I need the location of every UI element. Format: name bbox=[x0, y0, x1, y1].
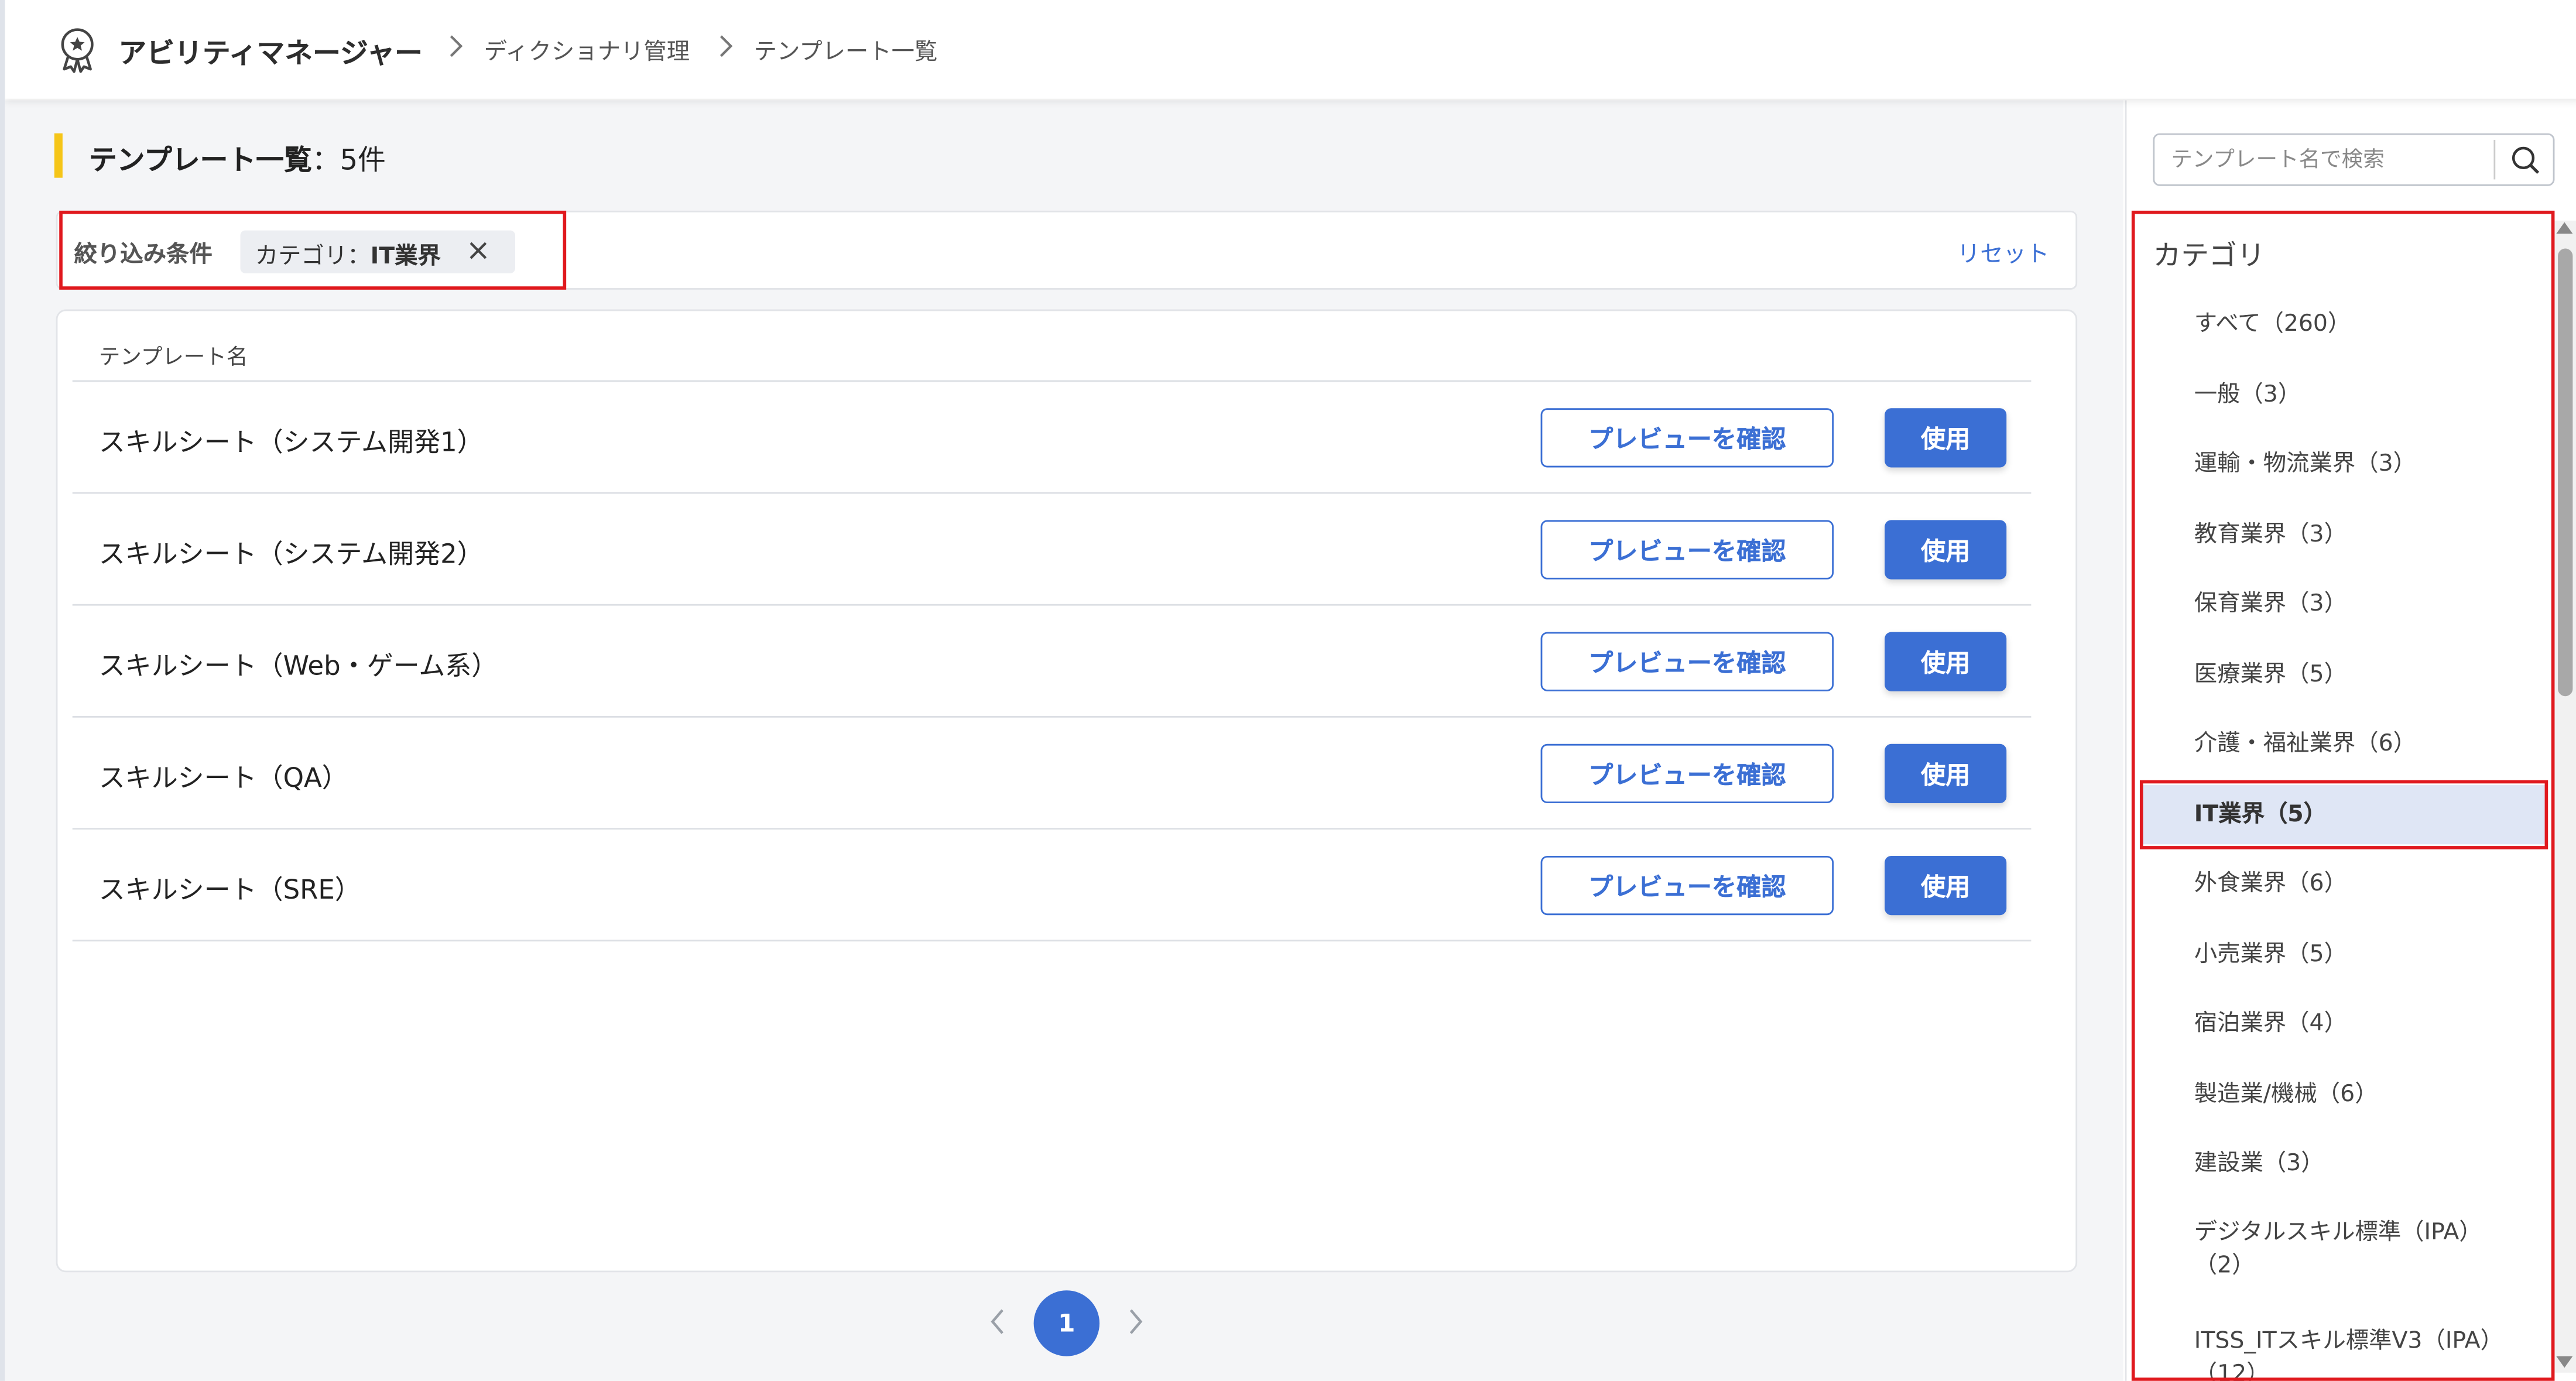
filter-bar: 絞り込み条件 カテゴリ：IT業界 × リセット bbox=[56, 210, 2078, 290]
category-item-all[interactable]: すべて（260） bbox=[2143, 308, 2545, 341]
filter-chip-text: カテゴリ：IT業界 bbox=[255, 239, 441, 272]
template-name: スキルシート（システム開発1） bbox=[98, 426, 484, 458]
category-item-restaurant[interactable]: 外食業界（6） bbox=[2143, 868, 2545, 900]
search-icon[interactable] bbox=[2505, 142, 2544, 178]
category-item-digital-skill[interactable]: デジタルスキル標準（IPA）（2） bbox=[2143, 1216, 2506, 1282]
category-item-medical[interactable]: 医療業界（5） bbox=[2143, 659, 2545, 691]
filter-chip-prefix: カテゴリ： bbox=[255, 244, 371, 270]
search-box bbox=[2153, 133, 2555, 186]
category-sidebar: カテゴリ すべて（260） 一般（3） 運輸・物流業界（3） 教育業界（3） 保… bbox=[2125, 100, 2576, 1381]
award-badge-icon bbox=[54, 25, 101, 74]
search-divider bbox=[2493, 139, 2496, 180]
pagination-prev-icon[interactable] bbox=[986, 1305, 1009, 1346]
filter-label: 絞り込み条件 bbox=[74, 242, 213, 269]
table-row: スキルシート（Web・ゲーム系） プレビューを確認 使用 bbox=[72, 604, 2032, 716]
template-list: テンプレート名 スキルシート（システム開発1） プレビューを確認 使用 スキルシ… bbox=[56, 309, 2078, 1273]
table-row: スキルシート（システム開発2） プレビューを確認 使用 bbox=[72, 492, 2032, 604]
category-item-manufacturing[interactable]: 製造業/機械（6） bbox=[2143, 1078, 2545, 1111]
pagination-page-1[interactable]: 1 bbox=[1033, 1290, 1100, 1356]
chevron-right-icon bbox=[446, 33, 466, 66]
scroll-up-icon[interactable] bbox=[2556, 222, 2573, 234]
use-button[interactable]: 使用 bbox=[1885, 743, 2007, 804]
category-item-education[interactable]: 教育業界（3） bbox=[2143, 519, 2545, 551]
category-title: カテゴリ bbox=[2153, 240, 2265, 273]
breadcrumb-template-list: テンプレート一覧 bbox=[753, 39, 938, 66]
use-button[interactable]: 使用 bbox=[1885, 520, 2007, 580]
table-row: スキルシート（SRE） プレビューを確認 使用 bbox=[72, 828, 2032, 942]
preview-button[interactable]: プレビューを確認 bbox=[1540, 855, 1834, 916]
category-item-childcare[interactable]: 保育業界（3） bbox=[2143, 588, 2545, 621]
title-marker bbox=[54, 133, 63, 178]
template-name: スキルシート（システム開発2） bbox=[98, 538, 484, 570]
result-count: ：5件 bbox=[311, 145, 386, 178]
use-button[interactable]: 使用 bbox=[1885, 632, 2007, 691]
app-name[interactable]: アビリティマネージャー bbox=[118, 30, 423, 71]
main-content: テンプレート一覧：5件 絞り込み条件 カテゴリ：IT業界 × リセット テンプレ… bbox=[5, 100, 2123, 1381]
category-item-nursing[interactable]: 介護・福祉業界（6） bbox=[2143, 728, 2545, 760]
template-name: スキルシート（Web・ゲーム系） bbox=[98, 650, 498, 681]
reset-link[interactable]: リセット bbox=[1957, 237, 2049, 270]
top-header: アビリティマネージャー ディクショナリ管理 テンプレート一覧 bbox=[5, 0, 2576, 99]
category-item-it[interactable]: IT業界（5） bbox=[2143, 785, 2545, 845]
category-item-logistics[interactable]: 運輸・物流業界（3） bbox=[2143, 448, 2545, 481]
use-button[interactable]: 使用 bbox=[1885, 855, 2007, 916]
search-input[interactable] bbox=[2154, 135, 2492, 184]
page-title-text: テンプレート一覧 bbox=[88, 145, 312, 178]
chevron-right-icon bbox=[716, 33, 736, 66]
breadcrumb-dictionary[interactable]: ディクショナリ管理 bbox=[484, 35, 690, 67]
category-item-construction[interactable]: 建設業（3） bbox=[2143, 1147, 2545, 1180]
preview-button[interactable]: プレビューを確認 bbox=[1540, 408, 1834, 468]
category-item-retail[interactable]: 小売業界（5） bbox=[2143, 938, 2545, 971]
scroll-down-icon[interactable] bbox=[2556, 1356, 2573, 1368]
use-button[interactable]: 使用 bbox=[1885, 408, 2007, 468]
template-name: スキルシート（SRE） bbox=[98, 873, 361, 906]
page-title: テンプレート一覧：5件 bbox=[89, 136, 386, 177]
scrollbar-thumb[interactable] bbox=[2558, 248, 2573, 697]
pagination-next-icon[interactable] bbox=[1124, 1305, 1147, 1346]
category-item-hotel[interactable]: 宿泊業界（4） bbox=[2143, 1008, 2545, 1040]
preview-button[interactable]: プレビューを確認 bbox=[1540, 632, 1834, 691]
app-window: アビリティマネージャー ディクショナリ管理 テンプレート一覧 テンプレート一覧：… bbox=[0, 0, 2576, 1381]
filter-chip-value: IT業界 bbox=[370, 244, 441, 270]
category-item-itss[interactable]: ITSS_ITスキル標準V3（IPA）（12） bbox=[2143, 1325, 2514, 1381]
column-header-template-name: テンプレート名 bbox=[98, 345, 248, 371]
filter-chip-category: カテゴリ：IT業界 × bbox=[240, 230, 515, 273]
template-name: スキルシート（QA） bbox=[98, 762, 348, 794]
preview-button[interactable]: プレビューを確認 bbox=[1540, 520, 1834, 580]
category-item-general[interactable]: 一般（3） bbox=[2143, 379, 2545, 412]
preview-button[interactable]: プレビューを確認 bbox=[1540, 743, 1834, 804]
table-row: スキルシート（QA） プレビューを確認 使用 bbox=[72, 716, 2032, 828]
close-icon[interactable]: × bbox=[466, 234, 491, 268]
table-row: スキルシート（システム開発1） プレビューを確認 使用 bbox=[72, 380, 2032, 492]
